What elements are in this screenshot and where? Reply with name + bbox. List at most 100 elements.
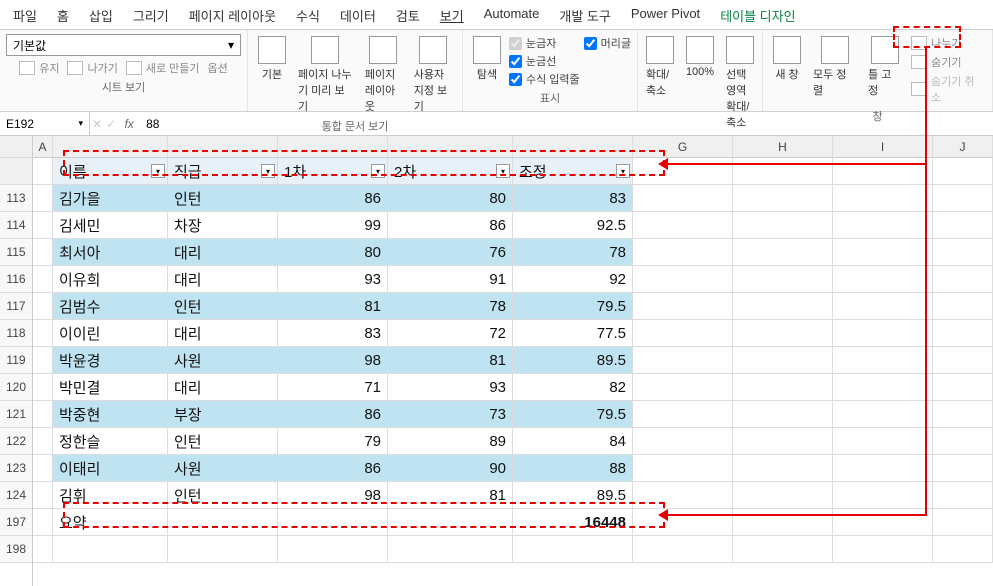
filter-icon[interactable]: ▾: [261, 164, 275, 178]
cell-s1[interactable]: 80: [278, 239, 388, 266]
cell-name[interactable]: 박윤경: [53, 347, 168, 374]
cell[interactable]: [833, 266, 933, 293]
cell-name[interactable]: 정한슬: [53, 428, 168, 455]
cell[interactable]: [33, 239, 53, 266]
row-header[interactable]: 117: [0, 293, 32, 320]
cell-name[interactable]: 이태리: [53, 455, 168, 482]
cell[interactable]: [833, 482, 933, 509]
split-button[interactable]: 나누기: [909, 34, 986, 52]
cell-rank[interactable]: 인턴: [168, 428, 278, 455]
cell[interactable]: [833, 347, 933, 374]
cell-s2[interactable]: 80: [388, 185, 513, 212]
cell[interactable]: [168, 536, 278, 563]
cell-name[interactable]: 김세민: [53, 212, 168, 239]
freeze-panes-button[interactable]: 틀 고정: [864, 34, 905, 100]
cell-rank[interactable]: 사원: [168, 455, 278, 482]
col-header-j[interactable]: J: [933, 136, 993, 158]
table-header-s1[interactable]: 1차▾: [278, 158, 388, 185]
cell-s1[interactable]: 86: [278, 185, 388, 212]
cell-s2[interactable]: 72: [388, 320, 513, 347]
cell[interactable]: [733, 212, 833, 239]
cell[interactable]: [933, 482, 993, 509]
row-header[interactable]: 197: [0, 509, 32, 536]
cell[interactable]: [33, 266, 53, 293]
cell[interactable]: [733, 347, 833, 374]
options-button[interactable]: 옵션: [206, 59, 230, 77]
row-header[interactable]: 198: [0, 536, 32, 563]
row-header[interactable]: 119: [0, 347, 32, 374]
cell[interactable]: [833, 374, 933, 401]
keep-button[interactable]: 유지: [17, 59, 61, 77]
cell[interactable]: [633, 455, 733, 482]
col-header-b[interactable]: [53, 136, 168, 158]
cell-s1[interactable]: 98: [278, 482, 388, 509]
cell[interactable]: [933, 158, 993, 185]
cell-name[interactable]: 이이린: [53, 320, 168, 347]
cell-rank[interactable]: 차장: [168, 212, 278, 239]
cell[interactable]: [633, 428, 733, 455]
cell-s2[interactable]: 90: [388, 455, 513, 482]
filter-icon[interactable]: ▾: [496, 164, 510, 178]
cell[interactable]: [733, 536, 833, 563]
cell-s2[interactable]: 81: [388, 347, 513, 374]
cell[interactable]: [633, 536, 733, 563]
cell-name[interactable]: 박중현: [53, 401, 168, 428]
tab-powerpivot[interactable]: Power Pivot: [628, 4, 703, 27]
sheet-view-dropdown[interactable]: 기본값 ▾: [6, 34, 241, 56]
table-header-rank[interactable]: 직급▾: [168, 158, 278, 185]
cell-name[interactable]: 김휘: [53, 482, 168, 509]
cell[interactable]: [733, 509, 833, 536]
col-header-e[interactable]: [388, 136, 513, 158]
cell[interactable]: [33, 212, 53, 239]
cell[interactable]: [733, 482, 833, 509]
cell[interactable]: [833, 185, 933, 212]
cell-rank[interactable]: 인턴: [168, 482, 278, 509]
cell[interactable]: [33, 320, 53, 347]
row-header[interactable]: 121: [0, 401, 32, 428]
cell-adj[interactable]: 84: [513, 428, 633, 455]
cell[interactable]: [633, 293, 733, 320]
cell[interactable]: [933, 293, 993, 320]
ruler-checkbox[interactable]: 눈금자: [509, 34, 580, 52]
new-window-button[interactable]: 새 창: [769, 34, 805, 84]
cell[interactable]: [278, 536, 388, 563]
cell[interactable]: [633, 347, 733, 374]
cell-s1[interactable]: 93: [278, 266, 388, 293]
cell-rank[interactable]: 사원: [168, 347, 278, 374]
cell-name[interactable]: 김범수: [53, 293, 168, 320]
cell[interactable]: [633, 401, 733, 428]
cell-s2[interactable]: 76: [388, 239, 513, 266]
cell-s2[interactable]: 93: [388, 374, 513, 401]
cell[interactable]: [833, 509, 933, 536]
cell[interactable]: [33, 536, 53, 563]
cell[interactable]: [33, 509, 53, 536]
tab-data[interactable]: 데이터: [337, 4, 379, 27]
cell-adj[interactable]: 79.5: [513, 293, 633, 320]
custom-view-button[interactable]: 사용자 지정 보기: [410, 34, 456, 116]
cell-s2[interactable]: 89: [388, 428, 513, 455]
cell[interactable]: [733, 401, 833, 428]
row-header[interactable]: 124: [0, 482, 32, 509]
cell[interactable]: [933, 320, 993, 347]
cell-s1[interactable]: 86: [278, 455, 388, 482]
cell-rank[interactable]: 대리: [168, 266, 278, 293]
summary-label-cell[interactable]: 요약: [53, 509, 168, 536]
cell[interactable]: [278, 509, 388, 536]
cell[interactable]: [33, 482, 53, 509]
tab-insert[interactable]: 삽입: [86, 4, 116, 27]
col-header-c[interactable]: [168, 136, 278, 158]
cell-adj[interactable]: 89.5: [513, 482, 633, 509]
table-header-s2[interactable]: 2차▾: [388, 158, 513, 185]
summary-total-cell[interactable]: 16448: [513, 509, 633, 536]
cell-s2[interactable]: 91: [388, 266, 513, 293]
cell[interactable]: [33, 428, 53, 455]
row-header[interactable]: 113: [0, 185, 32, 212]
cell-s2[interactable]: 78: [388, 293, 513, 320]
cell-name[interactable]: 김가을: [53, 185, 168, 212]
cell[interactable]: [33, 293, 53, 320]
cell[interactable]: [933, 428, 993, 455]
cell[interactable]: [933, 374, 993, 401]
arrange-all-button[interactable]: 모두 정렬: [809, 34, 860, 100]
tab-developer[interactable]: 개발 도구: [556, 4, 613, 27]
cell[interactable]: [733, 185, 833, 212]
